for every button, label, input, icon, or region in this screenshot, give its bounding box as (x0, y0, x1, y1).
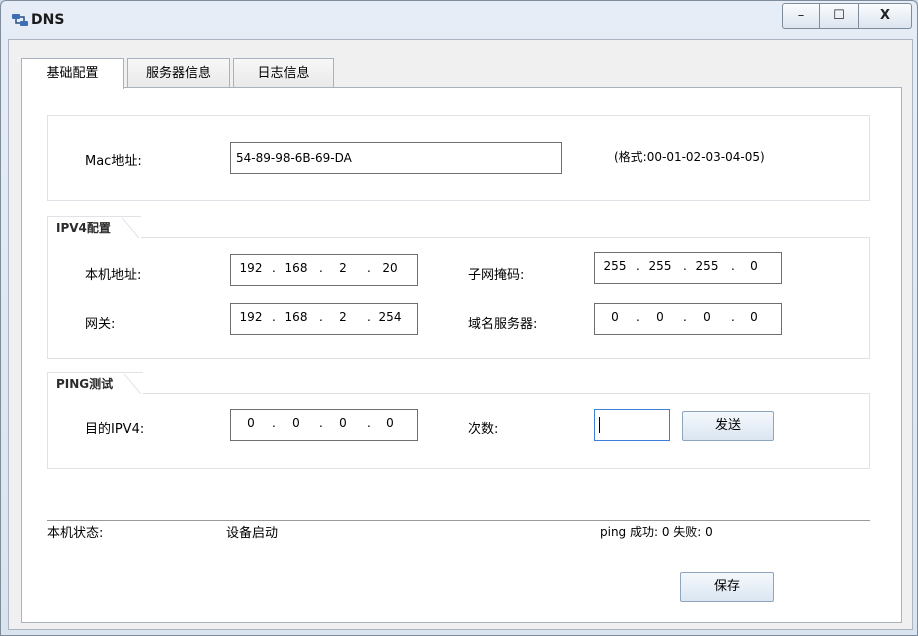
ip-dot: . (683, 259, 687, 273)
tab-basic-config[interactable]: 基础配置 (21, 58, 124, 89)
ping-result: ping 成功: 0 失败: 0 (600, 525, 713, 539)
tab-log-info[interactable]: 日志信息 (233, 58, 334, 88)
save-button[interactable]: 保存 (680, 572, 774, 602)
tab-server-info[interactable]: 服务器信息 (127, 58, 230, 88)
text-caret (599, 417, 600, 433)
ip-octet: 168 (284, 261, 308, 275)
close-button[interactable]: X (858, 3, 912, 29)
ip-octet: 2 (339, 310, 347, 324)
ip-octet: 0 (247, 416, 255, 430)
ip-dot: . (367, 416, 371, 430)
ping-group-title: PING测试 (47, 372, 144, 395)
ip-dot: . (731, 310, 735, 324)
window-title: DNS (31, 12, 65, 28)
ip-dot: . (272, 416, 276, 430)
basic-config-panel: Mac地址: (格式:00-01-02-03-04-05) IPV4配置 本机地… (21, 87, 902, 623)
minimize-button[interactable]: – (782, 3, 820, 29)
ip-dot: . (319, 416, 323, 430)
send-button[interactable]: 发送 (682, 411, 774, 441)
gateway-label: 网关: (85, 317, 116, 332)
status-separator (47, 520, 870, 521)
ip-octet: 168 (284, 310, 308, 324)
network-device-icon (12, 14, 28, 26)
ip-octet: 0 (292, 416, 300, 430)
status-value: 设备启动 (226, 526, 279, 541)
ip-dot: . (731, 259, 735, 273)
mac-input[interactable] (231, 143, 561, 173)
ip-octet: 192 (239, 261, 263, 275)
ip-octet: 20 (382, 261, 398, 275)
ping-count-input[interactable] (595, 410, 669, 440)
ip-dot: . (636, 310, 640, 324)
ip-octet: 0 (750, 259, 758, 273)
ipv4-group-title: IPV4配置 (47, 216, 141, 239)
mac-field[interactable] (230, 142, 562, 174)
ip-octet: 2 (339, 261, 347, 275)
host-address-field[interactable]: 192 . 168 . 2 . 20 (230, 254, 418, 286)
ip-dot: . (367, 261, 371, 275)
ip-dot: . (272, 310, 276, 324)
ip-octet: 0 (339, 416, 347, 430)
ip-octet: 255 (603, 259, 627, 273)
gateway-field[interactable]: 192 . 168 . 2 . 254 (230, 303, 418, 335)
dns-server-label: 域名服务器: (468, 317, 538, 332)
ip-octet: 255 (648, 259, 672, 273)
status-label: 本机状态: (47, 526, 104, 541)
ip-dot: . (636, 259, 640, 273)
host-address-label: 本机地址: (85, 268, 142, 283)
mac-label: Mac地址: (85, 154, 142, 169)
subnet-mask-field[interactable]: 255 . 255 . 255 . 0 (594, 252, 782, 284)
ip-dot: . (367, 310, 371, 324)
ip-octet: 255 (695, 259, 719, 273)
ip-octet: 0 (656, 310, 664, 324)
dns-config-window: DNS – ☐ X 基础配置 服务器信息 日志信息 Mac地址: (格式:00-… (0, 0, 918, 636)
maximize-button[interactable]: ☐ (819, 3, 859, 29)
ip-octet: 0 (386, 416, 394, 430)
ping-target-field[interactable]: 0 . 0 . 0 . 0 (230, 409, 418, 441)
title-bar[interactable]: DNS – ☐ X (1, 1, 917, 39)
ip-octet: 0 (750, 310, 758, 324)
subnet-mask-label: 子网掩码: (468, 268, 525, 283)
ip-octet: 0 (611, 310, 619, 324)
ping-count-label: 次数: (468, 422, 499, 437)
ip-dot: . (683, 310, 687, 324)
ip-octet: 0 (703, 310, 711, 324)
ping-count-field[interactable] (594, 409, 670, 441)
dns-server-field[interactable]: 0 . 0 . 0 . 0 (594, 303, 782, 335)
ip-octet: 192 (239, 310, 263, 324)
ip-octet: 254 (378, 310, 402, 324)
client-area: 基础配置 服务器信息 日志信息 Mac地址: (格式:00-01-02-03-0… (8, 39, 913, 630)
mac-format-hint: (格式:00-01-02-03-04-05) (614, 150, 765, 164)
ip-dot: . (319, 310, 323, 324)
ping-target-label: 目的IPV4: (85, 422, 145, 437)
ip-dot: . (272, 261, 276, 275)
ip-dot: . (319, 261, 323, 275)
